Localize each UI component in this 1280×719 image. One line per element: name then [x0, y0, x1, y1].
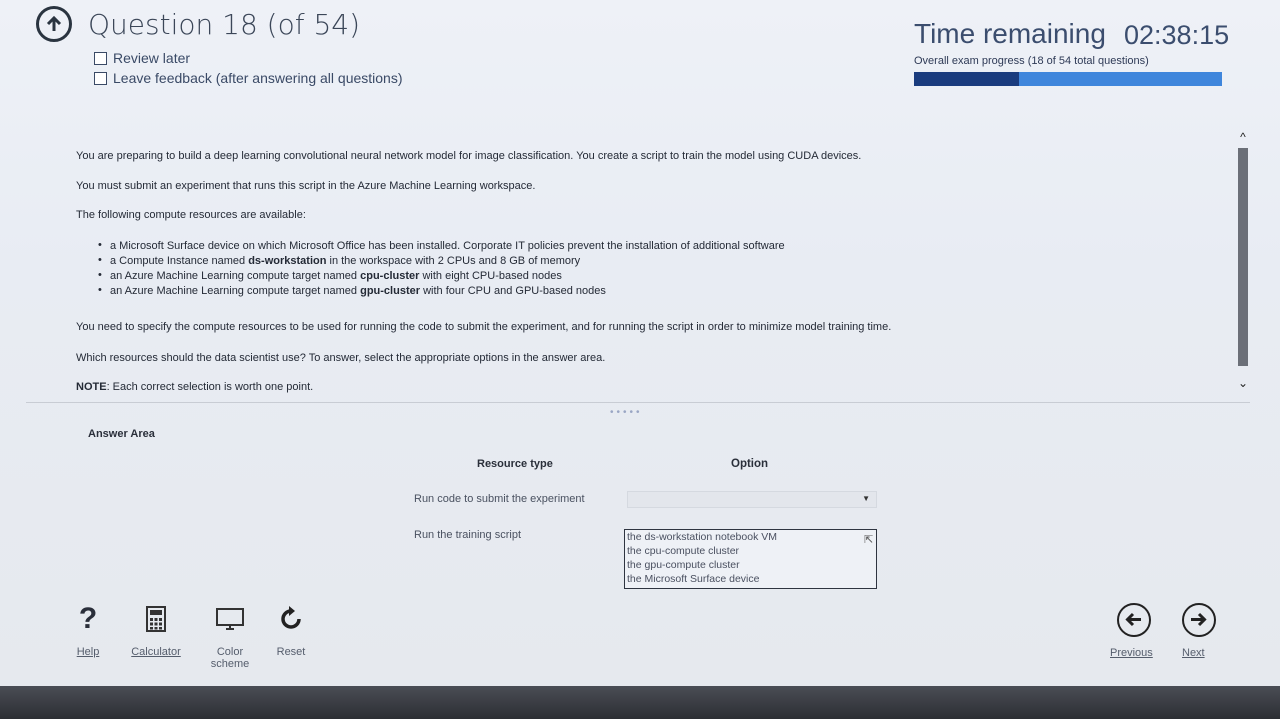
review-later-checkbox[interactable]: Review later: [94, 50, 190, 66]
list-item: a Microsoft Surface device on which Micr…: [98, 239, 785, 255]
row-label-training: Run the training script: [414, 529, 521, 541]
question-paragraph: Which resources should the data scientis…: [76, 352, 606, 364]
progress-bar: [914, 72, 1222, 86]
scroll-thumb[interactable]: [1238, 148, 1248, 366]
review-later-label: Review later: [113, 50, 191, 66]
progress-text: Overall exam progress (18 of 54 total qu…: [914, 55, 1149, 67]
question-paragraph: You need to specify the compute resource…: [76, 321, 892, 333]
color-scheme-label-line2: scheme: [210, 658, 250, 670]
timer-value: 02:38:15: [1124, 20, 1230, 50]
monitor-icon: [200, 600, 260, 638]
list-item: an Azure Machine Learning compute target…: [98, 284, 785, 300]
reset-label: Reset: [276, 646, 306, 658]
reset-icon: [268, 600, 314, 638]
pane-divider[interactable]: [26, 402, 1250, 403]
previous-arrow-icon[interactable]: [1117, 603, 1151, 637]
answer-area-title: Answer Area: [88, 428, 155, 440]
checkbox-box[interactable]: [94, 71, 107, 85]
question-paragraph: The following compute resources are avai…: [76, 209, 306, 221]
submit-experiment-dropdown[interactable]: ▼: [627, 491, 877, 508]
list-option[interactable]: the ds-workstation notebook VM: [625, 530, 876, 544]
list-item: an Azure Machine Learning compute target…: [98, 269, 785, 285]
progress-fill: [914, 72, 1019, 86]
exam-screen: Question 18 (of 54) Review later Leave f…: [0, 0, 1280, 686]
calculator-icon: [124, 600, 188, 638]
next-button[interactable]: Next: [1182, 647, 1205, 659]
training-script-listbox[interactable]: the ds-workstation notebook VM the cpu-c…: [624, 529, 877, 589]
chevron-up-icon[interactable]: ^: [1237, 130, 1249, 144]
resource-list: a Microsoft Surface device on which Micr…: [98, 239, 785, 300]
timer-label: Time remaining: [914, 18, 1106, 49]
leave-feedback-label: Leave feedback (after answering all ques…: [113, 70, 403, 86]
list-item: a Compute Instance named ds-workstation …: [98, 254, 785, 270]
calculator-label: Calculator: [131, 646, 181, 658]
note-paragraph: NOTE: Each correct selection is worth on…: [76, 381, 314, 393]
color-scheme-button[interactable]: Color scheme: [200, 600, 260, 670]
help-label: Help: [76, 646, 100, 658]
previous-button[interactable]: Previous: [1110, 647, 1153, 659]
drag-handle-icon[interactable]: •••••: [610, 407, 643, 418]
list-option[interactable]: the cpu-compute cluster: [625, 544, 876, 558]
help-icon: ?: [78, 602, 98, 635]
chevron-down-icon[interactable]: ▼: [862, 494, 870, 503]
list-option[interactable]: the Microsoft Surface device: [625, 572, 876, 586]
monitor-bezel: [0, 686, 1280, 719]
color-scheme-label-line1: Color: [216, 646, 244, 658]
reset-button[interactable]: Reset: [268, 600, 314, 658]
question-paragraph: You are preparing to build a deep learni…: [76, 150, 862, 162]
row-label-submit: Run code to submit the experiment: [414, 493, 585, 505]
calculator-button[interactable]: Calculator: [124, 600, 188, 658]
help-button[interactable]: ? Help: [70, 600, 106, 658]
column-header-option: Option: [731, 458, 769, 470]
list-option[interactable]: the gpu-compute cluster: [625, 558, 876, 572]
checkbox-box[interactable]: [94, 51, 107, 65]
back-arrow-icon[interactable]: [36, 6, 72, 42]
question-scrollbar[interactable]: ^ ⌄: [1236, 130, 1250, 392]
leave-feedback-checkbox[interactable]: Leave feedback (after answering all ques…: [94, 70, 403, 86]
column-header-resource: Resource type: [477, 458, 553, 470]
question-paragraph: You must submit an experiment that runs …: [76, 180, 536, 192]
chevron-down-icon[interactable]: ⌄: [1237, 376, 1249, 390]
question-title: Question 18 (of 54): [88, 8, 361, 41]
mouse-cursor-icon: ⇱: [864, 534, 874, 546]
next-arrow-icon[interactable]: [1182, 603, 1216, 637]
